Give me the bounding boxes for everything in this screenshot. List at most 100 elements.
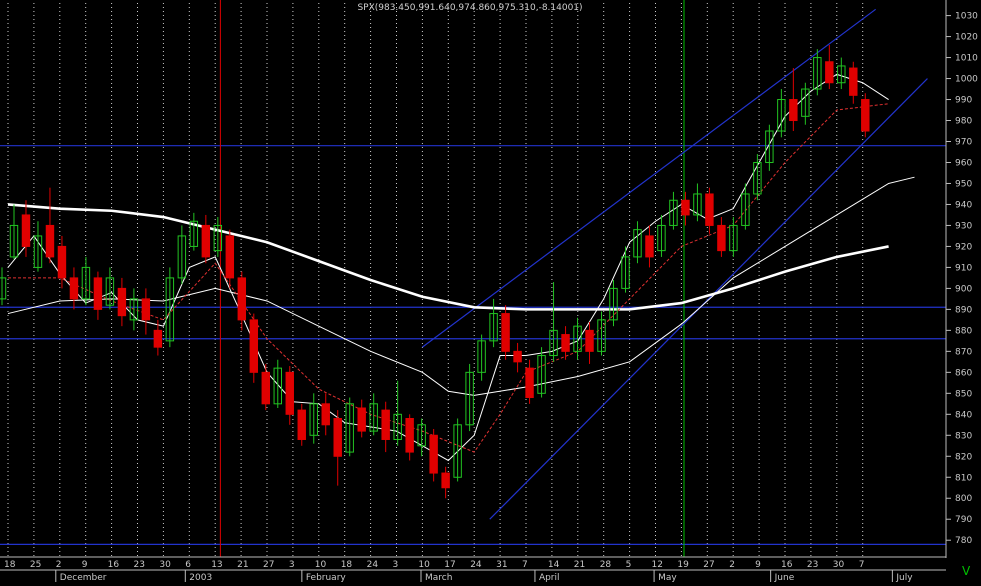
candle-body: [357, 407, 366, 432]
y-tick-label: 830: [955, 431, 972, 441]
x-month-label: December: [60, 573, 107, 582]
x-tick-label: 21: [574, 560, 585, 570]
candle-body: [261, 371, 270, 405]
candle-body: [789, 99, 798, 122]
candle-body: [249, 319, 259, 373]
x-tick-label: 2: [729, 560, 735, 570]
y-tick-label: 820: [955, 452, 972, 462]
y-tick-label: 900: [955, 284, 972, 294]
x-tick-label: 16: [781, 560, 793, 570]
x-tick-label: 2: [56, 560, 62, 570]
x-tick-label: 31: [496, 560, 507, 570]
x-tick-label: 30: [833, 560, 845, 570]
candle-body: [561, 334, 570, 352]
x-month-label: 2003: [189, 573, 212, 582]
candle-body: [321, 403, 330, 426]
chart-svg: 780 790 800 810 820 830 840 850 860 870 880 890 900 9…: [0, 0, 981, 583]
y-tick-label: 910: [955, 263, 972, 273]
candle-body: [141, 298, 151, 321]
x-tick-label: 10: [418, 560, 430, 570]
x-tick-label: 23: [807, 560, 818, 570]
y-tick-label: 850: [955, 389, 972, 399]
candle-body: [69, 277, 79, 300]
candle-body: [681, 199, 690, 216]
x-tick-label: 9: [82, 560, 88, 570]
candle-body: [525, 367, 534, 399]
stock-chart[interactable]: 780 790 800 810 820 830 840 850 860 870 880 890 900 9…: [0, 0, 981, 583]
x-tick-label: 7: [859, 560, 865, 570]
y-tick-label: 1000: [955, 75, 978, 85]
x-tick-label: 21: [237, 560, 248, 570]
y-tick-label: 990: [955, 96, 972, 106]
x-tick-label: 13: [211, 560, 222, 570]
y-tick-label: 790: [955, 515, 972, 525]
chart-background: [0, 0, 981, 582]
y-tick-label: 860: [955, 368, 972, 378]
y-tick-label: 1020: [955, 33, 978, 43]
x-tick-label: 16: [108, 560, 120, 570]
x-tick-label: 30: [159, 560, 171, 570]
candle-body: [93, 277, 103, 310]
candle-body: [429, 434, 438, 474]
x-tick-label: 12: [652, 560, 663, 570]
candle-body: [201, 224, 211, 258]
x-month-label: March: [425, 573, 452, 582]
x-tick-label: 18: [341, 560, 353, 570]
y-tick-label: 810: [955, 473, 972, 483]
candle-body: [585, 329, 594, 352]
y-tick-label: 940: [955, 200, 972, 210]
x-month-label: July: [895, 573, 913, 582]
x-tick-label: 3: [393, 560, 399, 570]
candle: [501, 305, 510, 360]
x-tick-label: 18: [4, 560, 16, 570]
x-tick-label: 6: [185, 560, 191, 570]
x-tick-label: 17: [444, 560, 455, 570]
x-tick-label: 14: [548, 560, 560, 570]
x-tick-label: 27: [263, 560, 274, 570]
x-tick-label: 25: [30, 560, 41, 570]
candle-body: [225, 235, 235, 279]
x-tick-label: 27: [703, 560, 714, 570]
candle-body: [645, 235, 654, 258]
x-tick-label: 24: [367, 560, 379, 570]
candle-body: [153, 329, 163, 348]
y-tick-label: 840: [955, 410, 972, 420]
x-tick-label: 7: [522, 560, 528, 570]
y-tick-label: 890: [955, 305, 972, 315]
candle-body: [117, 287, 127, 317]
candle-body: [405, 418, 414, 453]
candle-body: [501, 313, 510, 352]
corner-marker: V: [962, 564, 971, 578]
y-tick-label: 800: [955, 494, 972, 504]
candle-body: [825, 61, 834, 84]
x-month-label: February: [306, 573, 347, 582]
x-month-label: May: [658, 573, 677, 582]
x-tick-label: 23: [134, 560, 145, 570]
candle-body: [717, 224, 726, 252]
candle-body: [513, 350, 522, 363]
x-month-label: April: [539, 573, 560, 582]
y-tick-label: 970: [955, 138, 972, 148]
candle: [297, 403, 306, 446]
candle-body: [285, 371, 294, 415]
y-tick-label: 880: [955, 326, 972, 336]
x-tick-label: 28: [600, 560, 612, 570]
x-month-label: June: [774, 573, 795, 582]
chart-title: SPX(983.450,991.640,974.860,975.310,-8.1…: [357, 3, 582, 13]
candle-body: [297, 409, 306, 440]
y-tick-label: 960: [955, 158, 972, 168]
x-tick-label: 10: [315, 560, 327, 570]
candle: [861, 93, 870, 138]
candle-body: [705, 193, 714, 226]
y-tick-label: 1030: [955, 12, 978, 22]
candle-body: [21, 214, 31, 247]
x-tick-label: 9: [755, 560, 761, 570]
candle-body: [849, 67, 858, 96]
y-tick-label: 920: [955, 242, 972, 252]
y-tick-label: 1010: [955, 54, 978, 64]
y-tick-label: 780: [955, 536, 972, 546]
x-tick-label: 5: [626, 560, 632, 570]
candle-body: [45, 224, 55, 258]
y-tick-label: 950: [955, 179, 972, 189]
x-tick-label: 3: [289, 560, 295, 570]
